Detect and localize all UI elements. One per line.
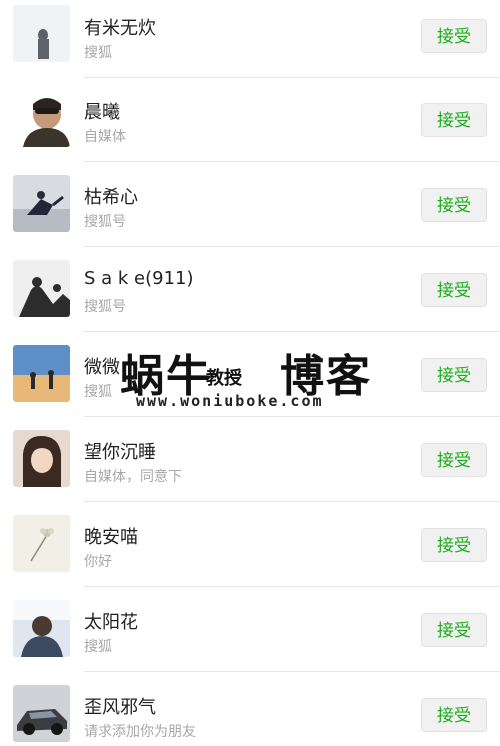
friend-request-row[interactable]: S a k e(911) 搜狐号 接受	[0, 248, 500, 332]
avatar[interactable]	[13, 5, 70, 62]
friend-note: 你好	[84, 554, 112, 570]
accept-button[interactable]: 接受	[421, 19, 487, 53]
avatar[interactable]	[13, 90, 70, 147]
avatar[interactable]	[13, 515, 70, 572]
friend-request-row[interactable]: 有米无炊 搜狐 接受	[0, 0, 500, 78]
friend-name: S a k e(911)	[84, 268, 194, 289]
accept-button[interactable]: 接受	[421, 188, 487, 222]
friend-request-row[interactable]: 太阳花 搜狐 接受	[0, 588, 500, 672]
avatar[interactable]	[13, 430, 70, 487]
avatar[interactable]	[13, 175, 70, 232]
friend-note: 请求添加你为朋友	[84, 724, 196, 740]
avatar[interactable]	[13, 685, 70, 742]
friend-note: 搜狐	[84, 384, 112, 400]
friend-note: 搜狐	[84, 45, 112, 61]
accept-button[interactable]: 接受	[421, 698, 487, 732]
friend-note: 自媒体	[84, 129, 126, 145]
friend-name: 望你沉睡	[84, 442, 156, 463]
friend-name: 歪风邪气	[84, 697, 156, 718]
friend-request-row[interactable]: 晨曦 自媒体 接受	[0, 78, 500, 162]
friend-note: 搜狐	[84, 639, 112, 655]
friend-note: 自媒体，同意下	[84, 469, 182, 485]
accept-button[interactable]: 接受	[421, 613, 487, 647]
friend-name: 太阳花	[84, 612, 138, 633]
friend-name: 晚安喵	[84, 527, 138, 548]
friend-name: 微微	[84, 357, 120, 378]
friend-request-list: 有米无炊 搜狐 接受 晨曦 自媒体 接受 枯希心 搜狐号 接受 S a k e(…	[0, 0, 500, 746]
accept-button[interactable]: 接受	[421, 443, 487, 477]
avatar[interactable]	[13, 260, 70, 317]
avatar[interactable]	[13, 600, 70, 657]
accept-button[interactable]: 接受	[421, 358, 487, 392]
friend-note: 搜狐号	[84, 299, 126, 315]
friend-name: 晨曦	[84, 102, 120, 123]
friend-request-row[interactable]: 歪风邪气 请求添加你为朋友 接受	[0, 673, 500, 746]
friend-note: 搜狐号	[84, 214, 126, 230]
friend-request-row[interactable]: 望你沉睡 自媒体，同意下 接受	[0, 418, 500, 502]
accept-button[interactable]: 接受	[421, 103, 487, 137]
accept-button[interactable]: 接受	[421, 528, 487, 562]
friend-name: 枯希心	[84, 187, 138, 208]
avatar[interactable]	[13, 345, 70, 402]
accept-button[interactable]: 接受	[421, 273, 487, 307]
friend-request-row[interactable]: 微微 搜狐 接受	[0, 333, 500, 417]
friend-name: 有米无炊	[84, 18, 156, 39]
friend-request-row[interactable]: 晚安喵 你好 接受	[0, 503, 500, 587]
friend-request-row[interactable]: 枯希心 搜狐号 接受	[0, 163, 500, 247]
